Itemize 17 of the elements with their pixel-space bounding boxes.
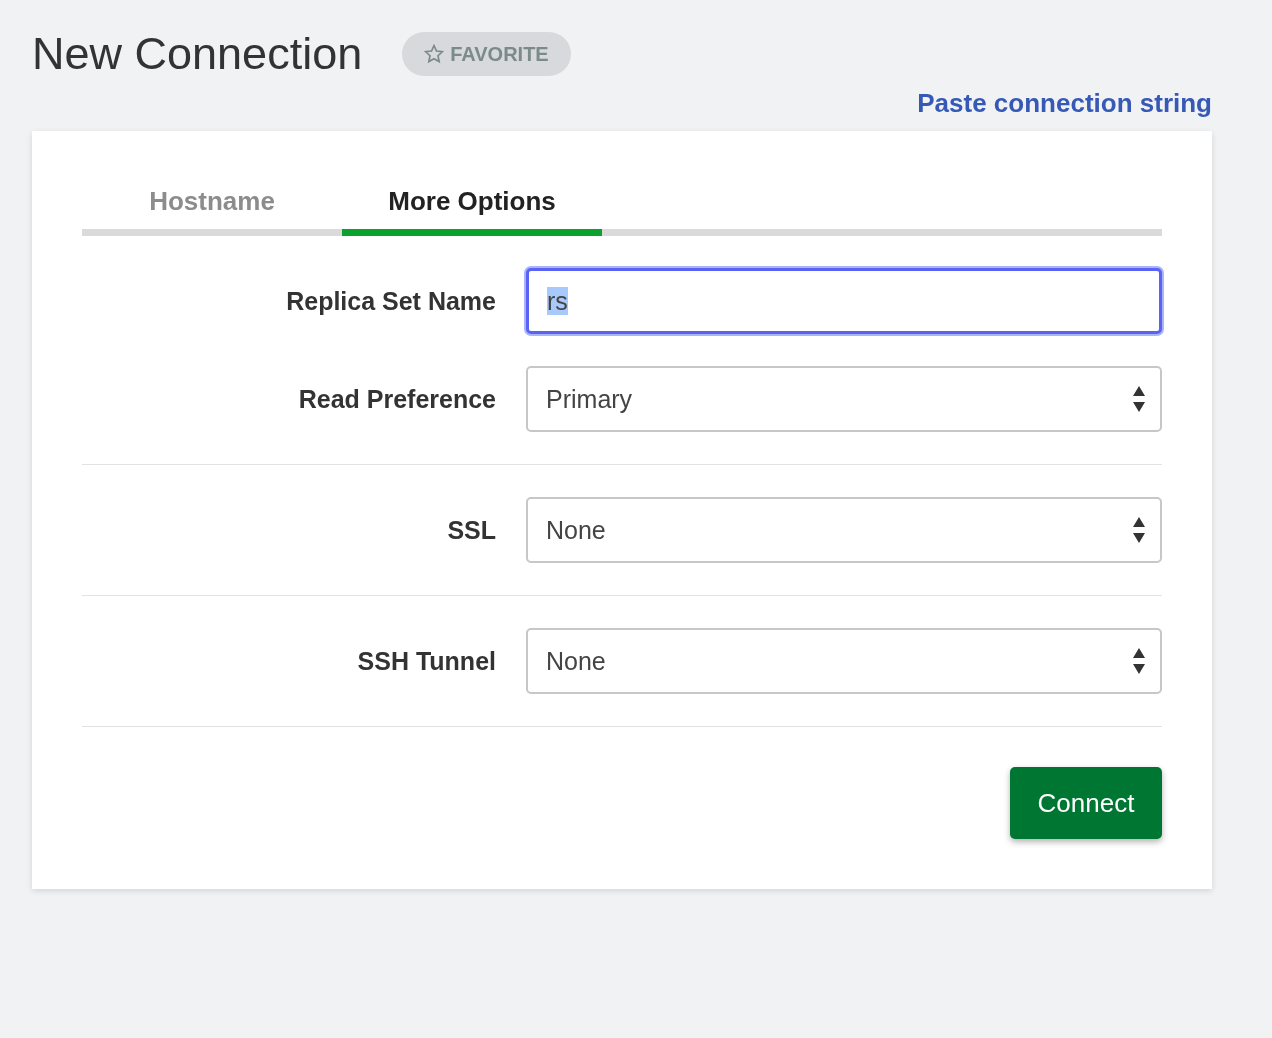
select-field[interactable]: None (526, 497, 1162, 563)
tab[interactable]: Hostname (82, 181, 342, 236)
page-title: New Connection (32, 28, 363, 80)
star-icon (424, 44, 445, 64)
select-arrows-icon (1132, 385, 1146, 413)
connect-button[interactable]: Connect (1010, 767, 1162, 839)
text-field[interactable]: rs (526, 268, 1162, 334)
paste-connection-link[interactable]: Paste connection string (917, 88, 1212, 119)
tab[interactable]: More Options (342, 181, 602, 236)
select-arrows-icon (1132, 647, 1146, 675)
select-field[interactable]: Primary (526, 366, 1162, 432)
field-label: Replica Set Name (285, 286, 496, 316)
field-label: SSH Tunnel (356, 646, 496, 676)
field-label: SSL (446, 515, 496, 545)
select-arrows-icon (1132, 516, 1146, 544)
field-label: Read Preference (297, 384, 496, 414)
select-field[interactable]: None (526, 628, 1162, 694)
